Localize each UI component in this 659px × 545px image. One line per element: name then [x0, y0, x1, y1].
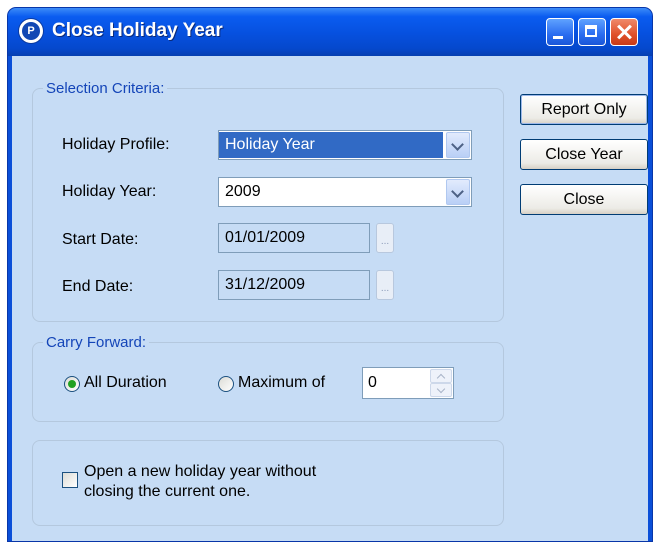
maximum-of-radio[interactable] — [218, 376, 234, 392]
holiday-year-dropdown[interactable]: 2009 — [218, 177, 472, 207]
chevron-down-icon[interactable] — [446, 179, 470, 205]
holiday-year-label: Holiday Year: — [62, 183, 157, 200]
spin-down-icon[interactable] — [430, 383, 452, 397]
end-date-label: End Date: — [62, 278, 134, 295]
end-date-field: 31/12/2009 — [218, 270, 370, 300]
holiday-profile-value: Holiday Year — [219, 132, 443, 158]
start-date-field: 01/01/2009 — [218, 223, 370, 253]
open-new-year-label-line2[interactable]: closing the current one. — [84, 482, 250, 502]
all-duration-label[interactable]: All Duration — [84, 374, 167, 392]
title-bar[interactable]: P Close Holiday Year — [8, 8, 652, 56]
all-duration-radio[interactable] — [64, 376, 80, 392]
minimize-button[interactable] — [546, 18, 574, 46]
open-new-year-label-line1[interactable]: Open a new holiday year without — [84, 462, 316, 482]
close-year-button[interactable]: Close Year — [520, 139, 648, 170]
chevron-down-icon[interactable] — [446, 132, 470, 158]
close-window-button[interactable] — [610, 18, 638, 46]
dialog-window: P Close Holiday Year Selection Criteria:… — [8, 8, 652, 541]
selection-criteria-legend: Selection Criteria: — [46, 80, 165, 97]
holiday-profile-label: Holiday Profile: — [62, 136, 170, 153]
app-logo-glyph: P — [22, 22, 40, 40]
start-date-picker-button[interactable]: ... — [376, 223, 394, 253]
maximize-button[interactable] — [578, 18, 606, 46]
window-title: Close Holiday Year — [52, 20, 223, 41]
maximum-of-spinner[interactable]: 0 — [362, 367, 454, 399]
report-only-button[interactable]: Report Only — [520, 94, 648, 125]
end-date-picker-button[interactable]: ... — [376, 270, 394, 300]
holiday-profile-dropdown[interactable]: Holiday Year — [218, 130, 472, 160]
spin-up-icon[interactable] — [430, 369, 452, 383]
maximum-of-label[interactable]: Maximum of — [238, 374, 325, 392]
dialog-body: Selection Criteria: Holiday Profile: Hol… — [12, 56, 648, 541]
maximum-of-value: 0 — [368, 374, 377, 391]
holiday-year-value: 2009 — [225, 183, 261, 200]
start-date-label: Start Date: — [62, 231, 139, 248]
app-logo-icon[interactable]: P — [19, 19, 43, 43]
open-new-year-checkbox[interactable] — [62, 472, 78, 488]
close-button[interactable]: Close — [520, 184, 648, 215]
carry-forward-legend: Carry Forward: — [46, 334, 147, 351]
